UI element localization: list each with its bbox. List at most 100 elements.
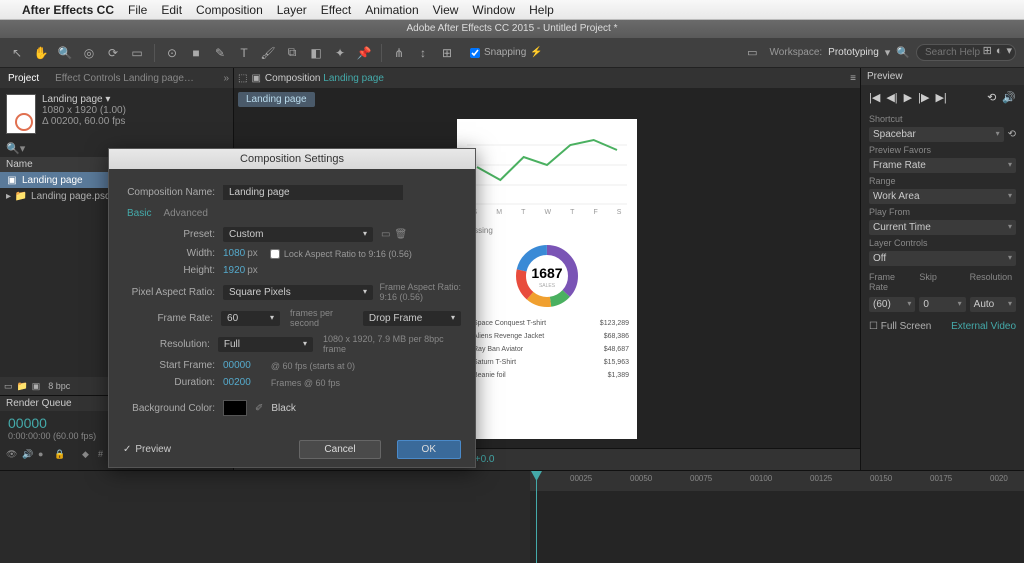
roto-tool-icon[interactable]: ✦	[331, 44, 349, 62]
last-frame-icon[interactable]: ▶|	[935, 91, 946, 104]
eyedropper-icon[interactable]: ✐	[255, 403, 263, 414]
mute-icon[interactable]: 🔊	[1002, 91, 1016, 104]
first-frame-icon[interactable]: |◀	[869, 91, 880, 104]
workspace-chevron-icon[interactable]: ▾	[885, 46, 891, 59]
menu-edit[interactable]: Edit	[161, 3, 182, 17]
tab-basic[interactable]: Basic	[127, 208, 151, 219]
comp-name-tab[interactable]: Landing page	[238, 92, 315, 107]
delete-preset-icon[interactable]: 🗑	[394, 229, 407, 240]
prev-frame-icon[interactable]: ◀|	[886, 91, 897, 104]
menu-composition[interactable]: Composition	[196, 3, 263, 17]
dropframe-dropdown[interactable]: Drop Frame	[363, 311, 461, 326]
fullscreen-checkbox[interactable]: ☐ Full Screen	[869, 321, 931, 332]
comp-new-icon[interactable]: ▣	[32, 381, 41, 392]
menu-animation[interactable]: Animation	[365, 3, 418, 17]
eraser-tool-icon[interactable]: ◧	[307, 44, 325, 62]
start-frame-input[interactable]: 00000	[223, 360, 251, 371]
time-ruler[interactable]: 000250005000075001000012500150001750020	[530, 471, 1024, 491]
menu-effect[interactable]: Effect	[321, 3, 351, 17]
range-dropdown[interactable]: Work Area	[869, 189, 1016, 204]
playhead[interactable]	[536, 471, 537, 563]
audio-icon[interactable]: 🔊	[22, 449, 34, 461]
duration-input[interactable]: 00200	[223, 377, 251, 388]
effect-controls-tab[interactable]: Effect Controls Landing page…	[51, 73, 198, 84]
menu-layer[interactable]: Layer	[277, 3, 307, 17]
eye-icon[interactable]: 👁	[6, 449, 18, 461]
panel-menu-icon[interactable]: ≡	[850, 73, 856, 84]
exposure-value[interactable]: +0.0	[475, 454, 495, 465]
height-input[interactable]: 1920	[223, 265, 245, 276]
workspace-icon[interactable]: ▭	[741, 46, 763, 59]
save-preset-icon[interactable]: ▭	[381, 229, 390, 240]
shortcut-dropdown[interactable]: Spacebar	[869, 127, 1004, 142]
play-icon[interactable]: ▶	[904, 91, 912, 104]
text-tool-icon[interactable]: T	[235, 44, 253, 62]
menu-file[interactable]: File	[128, 3, 147, 17]
snapping-options-icon[interactable]: ⚡	[530, 47, 542, 58]
folder-new-icon[interactable]: 📁	[17, 381, 28, 392]
hand-tool-icon[interactable]: ✋	[32, 44, 50, 62]
par-dropdown[interactable]: Square Pixels	[223, 285, 373, 300]
pen-tool-icon[interactable]: ✎	[211, 44, 229, 62]
external-video-link[interactable]: External Video	[951, 321, 1016, 332]
puppet-tool-icon[interactable]: 📌	[355, 44, 373, 62]
snapping-toggle[interactable]: Snapping ⚡	[470, 47, 543, 58]
favors-dropdown[interactable]: Frame Rate	[869, 158, 1016, 173]
rotate-tool-icon[interactable]: ⟳	[104, 44, 122, 62]
menu-help[interactable]: Help	[529, 3, 554, 17]
project-tab[interactable]: Project	[4, 73, 43, 84]
bg-color-swatch[interactable]	[223, 400, 247, 416]
lock-aspect-checkbox[interactable]	[270, 249, 280, 259]
loop-icon[interactable]: ⟲	[987, 91, 996, 104]
comp-breadcrumb[interactable]: Composition Landing page	[265, 73, 384, 84]
expand-icon[interactable]: ▸	[6, 191, 11, 202]
skip-dropdown[interactable]: 0	[919, 297, 965, 312]
render-current-time[interactable]: 00000	[8, 415, 96, 431]
resolution-dropdown[interactable]: Full	[218, 337, 313, 352]
camera-tool-icon[interactable]: ▭	[128, 44, 146, 62]
comp-icon[interactable]: ▣	[251, 73, 260, 84]
modes-icon[interactable]: ◐	[996, 45, 1003, 57]
workspace-dropdown[interactable]: Prototyping	[828, 47, 879, 58]
solo-icon[interactable]: ●	[38, 449, 50, 461]
axis-tool-icon[interactable]: ⋔	[390, 44, 408, 62]
orbit-tool-icon[interactable]: ◎	[80, 44, 98, 62]
preview-checkbox[interactable]: ✓ Preview	[123, 444, 171, 455]
menu-window[interactable]: Window	[472, 3, 515, 17]
reset-icon[interactable]: ⟲	[1008, 129, 1016, 140]
resolution-dropdown[interactable]: Auto	[970, 297, 1016, 312]
interpret-icon[interactable]: ▭	[4, 381, 13, 392]
asset-thumbnail[interactable]	[6, 94, 36, 134]
panel-menu-icon[interactable]: »	[223, 73, 229, 84]
bpc-button[interactable]: 8 bpc	[44, 381, 74, 391]
snapping-checkbox[interactable]	[470, 48, 480, 58]
shape-tool-icon[interactable]: ■	[187, 44, 205, 62]
flow-icon[interactable]: ⬚	[238, 73, 247, 84]
comp-name-input[interactable]	[223, 185, 403, 200]
preview-tab[interactable]: Preview	[861, 68, 1024, 85]
layercontrols-dropdown[interactable]: Off	[869, 251, 1016, 266]
lock-icon[interactable]: 🔒	[54, 449, 66, 461]
cancel-button[interactable]: Cancel	[299, 440, 380, 459]
label-icon[interactable]: ◆	[82, 449, 94, 461]
framerate-dropdown[interactable]: 60	[221, 311, 280, 326]
menu-view[interactable]: View	[433, 3, 459, 17]
zoom-tool-icon[interactable]: 🔍	[56, 44, 74, 62]
anchor-tool-icon[interactable]: ⊙	[163, 44, 181, 62]
playfrom-dropdown[interactable]: Current Time	[869, 220, 1016, 235]
brush-tool-icon[interactable]: 🖌	[259, 44, 277, 62]
local-axis-icon[interactable]: ↕	[414, 44, 432, 62]
clone-tool-icon[interactable]: ⧉	[283, 44, 301, 62]
framerate-dropdown[interactable]: (60)	[869, 297, 915, 312]
selection-tool-icon[interactable]: ↖	[8, 44, 26, 62]
tab-advanced[interactable]: Advanced	[163, 208, 207, 219]
width-input[interactable]: 1080	[223, 248, 245, 259]
next-frame-icon[interactable]: |▶	[918, 91, 929, 104]
world-axis-icon[interactable]: ⊞	[438, 44, 456, 62]
app-name[interactable]: After Effects CC	[22, 3, 114, 17]
chevron-down-icon[interactable]: ▾	[1006, 44, 1012, 57]
switches-icon[interactable]: ⊞	[983, 44, 992, 57]
search-icon[interactable]: 🔍▾	[6, 143, 25, 155]
preset-dropdown[interactable]: Custom	[223, 227, 373, 242]
ok-button[interactable]: OK	[397, 440, 461, 459]
